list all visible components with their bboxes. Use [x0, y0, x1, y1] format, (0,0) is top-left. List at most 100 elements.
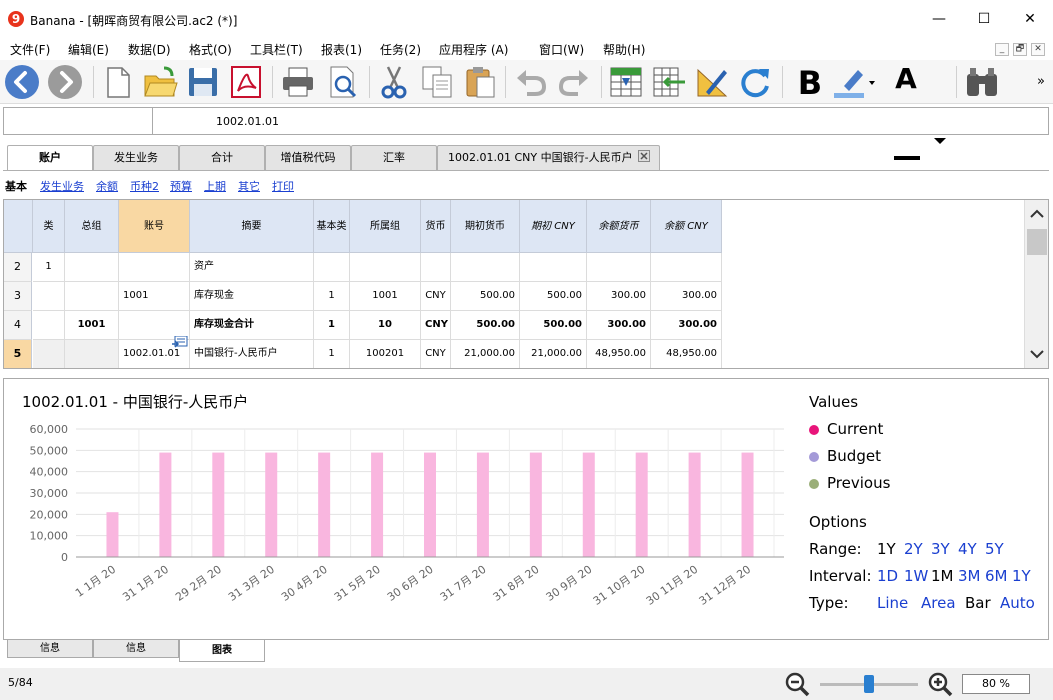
menu-reports[interactable]: 报表(1)	[321, 41, 362, 58]
table-cell[interactable]: 21,000.00	[451, 340, 520, 368]
row-header[interactable]: 4	[4, 311, 32, 340]
col-header-bclass[interactable]: 基本类	[314, 200, 350, 253]
scroll-down-icon[interactable]	[1030, 350, 1044, 360]
table-cell[interactable]: 1	[314, 311, 350, 340]
option-1y[interactable]: 1Y	[1012, 567, 1031, 585]
scroll-up-icon[interactable]	[1030, 208, 1044, 218]
col-header-group[interactable]: 总组	[65, 200, 119, 253]
binoculars-icon[interactable]	[964, 64, 1000, 100]
edit-tool-icon[interactable]	[694, 64, 730, 100]
menu-format[interactable]: 格式(O)	[189, 41, 232, 58]
bold-button[interactable]: B	[792, 64, 828, 102]
table-cell[interactable]	[119, 253, 190, 282]
type-option-bar[interactable]: Bar	[965, 594, 991, 612]
col-header-description[interactable]: 摘要	[190, 200, 314, 253]
col-header-gr[interactable]: 所属组	[350, 200, 421, 253]
option-4y[interactable]: 4Y	[958, 540, 977, 558]
legend-item[interactable]: Current	[827, 420, 883, 438]
table-cell[interactable]	[65, 340, 119, 368]
type-option-area[interactable]: Area	[921, 594, 956, 612]
menu-data[interactable]: 数据(D)	[128, 41, 171, 58]
tab-info-2[interactable]: 信息	[93, 640, 179, 658]
menu-window[interactable]: 窗口(W)	[539, 41, 584, 58]
table-cell[interactable]	[651, 253, 722, 282]
refresh-icon[interactable]	[737, 64, 773, 100]
table-cell[interactable]: 500.00	[451, 311, 520, 340]
table-cell[interactable]: 300.00	[651, 282, 722, 311]
save-icon[interactable]	[185, 64, 221, 100]
view-balance[interactable]: 余额	[96, 178, 118, 194]
view-budget[interactable]: 预算	[170, 178, 192, 194]
table-cell[interactable]	[65, 282, 119, 311]
legend-item[interactable]: Previous	[827, 474, 890, 492]
table-cell[interactable]: 库存现金	[190, 282, 314, 311]
new-file-icon[interactable]	[100, 64, 136, 100]
table-cell[interactable]: CNY	[421, 340, 451, 368]
close-button[interactable]: ✕	[1007, 6, 1053, 32]
vertical-scrollbar[interactable]	[1024, 200, 1048, 368]
legend-item[interactable]: Budget	[827, 447, 881, 465]
table-cell[interactable]	[587, 253, 651, 282]
table-cell[interactable]: 21,000.00	[520, 340, 587, 368]
table-cell[interactable]	[33, 340, 65, 368]
cell-link-icon[interactable]	[172, 336, 188, 349]
table-cell[interactable]	[33, 311, 65, 340]
option-3m[interactable]: 3M	[958, 567, 981, 585]
table-cell[interactable]	[520, 253, 587, 282]
table-cell[interactable]: 1001	[350, 282, 421, 311]
row-header[interactable]: 5	[4, 340, 32, 368]
type-option-line[interactable]: Line	[877, 594, 908, 612]
table-cell[interactable]: 100201	[350, 340, 421, 368]
open-folder-icon[interactable]	[142, 64, 178, 100]
tab-vat-codes[interactable]: 增值税代码	[265, 145, 351, 170]
table-cell[interactable]	[65, 253, 119, 282]
mdi-minimize-button[interactable]: _	[995, 43, 1009, 56]
zoom-percent-field[interactable]: 80 %	[962, 674, 1030, 694]
minimize-button[interactable]: —	[916, 6, 962, 32]
table-cell[interactable]: 库存现金合计	[190, 311, 314, 340]
table-cell[interactable]	[451, 253, 520, 282]
maximize-button[interactable]: ☐	[961, 6, 1007, 32]
close-tab-icon[interactable]	[638, 150, 650, 162]
table-cell[interactable]: 1001	[65, 311, 119, 340]
view-basic[interactable]: 基本	[5, 178, 27, 194]
tab-exchange-rates[interactable]: 汇率	[351, 145, 437, 170]
table-corner[interactable]	[4, 200, 33, 253]
menu-apps[interactable]: 应用程序 (A)	[439, 41, 508, 58]
table-cell[interactable]: CNY	[421, 282, 451, 311]
option-1y[interactable]: 1Y	[877, 540, 896, 558]
option-1d[interactable]: 1D	[877, 567, 898, 585]
redo-icon[interactable]	[556, 64, 592, 100]
table-cell[interactable]: 300.00	[587, 282, 651, 311]
tab-info-1[interactable]: 信息	[7, 640, 93, 658]
menu-edit[interactable]: 编辑(E)	[68, 41, 109, 58]
font-color-dropdown-icon[interactable]	[934, 137, 946, 145]
table-cell[interactable]: 1	[33, 253, 65, 282]
tab-totals[interactable]: 合计	[179, 145, 265, 170]
view-print[interactable]: 打印	[272, 178, 294, 194]
mdi-close-button[interactable]: ✕	[1031, 43, 1045, 56]
table-cell[interactable]	[350, 253, 421, 282]
scroll-thumb[interactable]	[1027, 229, 1047, 255]
type-option-auto[interactable]: Auto	[1000, 594, 1035, 612]
view-other[interactable]: 其它	[238, 178, 260, 194]
toolbar-overflow-icon[interactable]: »	[1037, 74, 1045, 89]
col-header-currency[interactable]: 货币	[421, 200, 451, 253]
mdi-restore-button[interactable]: 🗗	[1013, 43, 1027, 56]
col-header-opening-cur[interactable]: 期初货币	[451, 200, 520, 253]
menu-help[interactable]: 帮助(H)	[603, 41, 645, 58]
view-transactions[interactable]: 发生业务	[40, 178, 84, 194]
table-cell[interactable]: 10	[350, 311, 421, 340]
back-icon[interactable]	[4, 64, 40, 100]
table-cell[interactable]	[314, 253, 350, 282]
table-cell[interactable]: 中国银行-人民币户	[190, 340, 314, 368]
cell-name-box[interactable]	[4, 108, 153, 134]
row-header[interactable]: 2	[4, 253, 32, 282]
view-previous[interactable]: 上期	[204, 178, 226, 194]
table-cell[interactable]: 300.00	[587, 311, 651, 340]
tab-account-card[interactable]: 1002.01.01 CNY 中国银行-人民币户	[437, 145, 660, 170]
option-2y[interactable]: 2Y	[904, 540, 923, 558]
row-header[interactable]: 3	[4, 282, 32, 311]
option-3y[interactable]: 3Y	[931, 540, 950, 558]
option-5y[interactable]: 5Y	[985, 540, 1004, 558]
